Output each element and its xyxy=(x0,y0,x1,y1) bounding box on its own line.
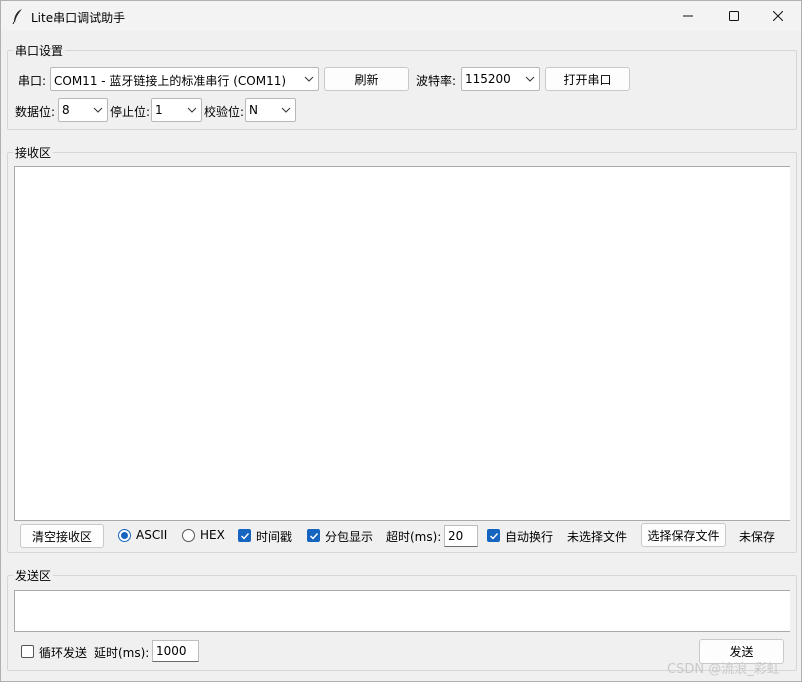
send-label: 发送区 xyxy=(13,567,54,584)
choose-save-file-button[interactable]: 选择保存文件 xyxy=(641,523,726,547)
stopbits-value: 1 xyxy=(155,103,163,117)
delay-value: 1000 xyxy=(156,644,187,658)
receive-textarea[interactable] xyxy=(14,166,790,521)
chevron-down-icon xyxy=(187,107,197,113)
databits-value: 8 xyxy=(62,103,70,117)
feather-icon xyxy=(11,8,25,25)
stopbits-label: 停止位: xyxy=(110,105,151,119)
parity-label: 校验位: xyxy=(204,105,245,119)
databits-label: 数据位: xyxy=(15,105,56,119)
app-window: Lite串口调试助手 串口设置 串口: COM11 - 蓝牙链接上的标准串行 (… xyxy=(0,0,802,682)
timeout-input[interactable]: 20 xyxy=(444,525,478,547)
stopbits-select[interactable]: 1 xyxy=(151,98,202,122)
window-title: Lite串口调试助手 xyxy=(31,11,126,25)
save-status: 未保存 xyxy=(739,530,776,544)
chevron-down-icon xyxy=(281,107,291,113)
delay-input[interactable]: 1000 xyxy=(152,640,199,662)
port-label: 串口: xyxy=(18,74,47,88)
minimize-icon xyxy=(683,15,693,17)
split-display-label: 分包显示 xyxy=(325,530,374,544)
chevron-down-icon xyxy=(304,76,314,82)
file-status: 未选择文件 xyxy=(567,530,628,544)
close-button[interactable] xyxy=(755,1,801,31)
timestamp-label: 时间戳 xyxy=(256,530,293,544)
timeout-label: 超时(ms): xyxy=(386,530,442,544)
receive-label: 接收区 xyxy=(13,144,54,161)
close-icon xyxy=(773,11,783,21)
timeout-value: 20 xyxy=(448,529,464,543)
delay-label: 延时(ms): xyxy=(94,646,150,660)
maximize-button[interactable] xyxy=(711,1,757,31)
parity-select[interactable]: N xyxy=(245,98,296,122)
send-textarea[interactable] xyxy=(14,590,790,632)
title-bar: Lite串口调试助手 xyxy=(1,1,801,31)
loop-send-label: 循环发送 xyxy=(39,646,88,660)
split-display-checkbox[interactable] xyxy=(307,529,320,542)
minimize-button[interactable] xyxy=(665,1,711,31)
maximize-icon xyxy=(729,11,739,21)
chevron-down-icon xyxy=(93,107,103,113)
auto-wrap-label: 自动换行 xyxy=(505,530,554,544)
baud-select[interactable]: 115200 xyxy=(461,67,540,91)
loop-send-checkbox[interactable] xyxy=(21,645,34,658)
ascii-radio[interactable] xyxy=(118,529,131,542)
timestamp-checkbox[interactable] xyxy=(238,529,251,542)
ascii-label: ASCII xyxy=(136,528,168,542)
port-value: COM11 - 蓝牙链接上的标准串行 (COM11) xyxy=(54,74,287,88)
open-port-button[interactable]: 打开串口 xyxy=(545,67,630,91)
check-icon xyxy=(241,533,250,540)
clear-receive-button[interactable]: 清空接收区 xyxy=(20,524,104,548)
baud-label: 波特率: xyxy=(416,74,457,88)
check-icon xyxy=(310,533,319,540)
port-select[interactable]: COM11 - 蓝牙链接上的标准串行 (COM11) xyxy=(50,67,319,91)
databits-select[interactable]: 8 xyxy=(58,98,108,122)
serial-settings-label: 串口设置 xyxy=(13,42,66,59)
chevron-down-icon xyxy=(525,76,535,82)
watermark: CSDN @流浪_彩虹 xyxy=(667,662,780,677)
auto-wrap-checkbox[interactable] xyxy=(487,529,500,542)
baud-value: 115200 xyxy=(465,72,511,86)
hex-label: HEX xyxy=(200,528,225,542)
parity-value: N xyxy=(249,103,258,117)
check-icon xyxy=(490,533,499,540)
refresh-button[interactable]: 刷新 xyxy=(324,67,409,91)
hex-radio[interactable] xyxy=(182,529,195,542)
